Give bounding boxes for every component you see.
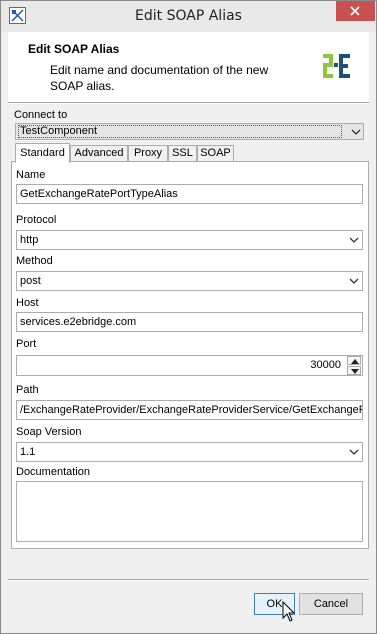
soap-version-value: 1.1 <box>20 446 36 458</box>
method-value: post <box>20 275 41 287</box>
method-select[interactable]: post <box>16 271 363 291</box>
tab-proxy[interactable]: Proxy <box>128 145 168 162</box>
tab-standard[interactable]: Standard <box>15 143 70 163</box>
host-field[interactable]: services.e2ebridge.com <box>16 312 363 332</box>
mouse-pointer-icon <box>282 601 296 622</box>
tab-soap[interactable]: SOAP <box>197 145 234 162</box>
connect-to-value: TestComponent <box>18 125 342 138</box>
port-decrement-button[interactable] <box>347 366 361 375</box>
header-title: Edit SOAP Alias <box>28 42 120 56</box>
title-bar[interactable]: Edit SOAP Alias <box>1 1 376 32</box>
method-label: Method <box>16 255 53 267</box>
e2e-logo-icon <box>323 54 350 78</box>
chevron-down-icon <box>349 237 359 243</box>
window-title: Edit SOAP Alias <box>135 8 242 24</box>
path-field[interactable]: /ExchangeRateProvider/ExchangeRateProvid… <box>16 400 363 420</box>
port-value: 30000 <box>310 359 341 371</box>
chevron-down-icon <box>349 449 359 455</box>
soap-version-select[interactable]: 1.1 <box>16 442 363 462</box>
host-label: Host <box>16 297 39 309</box>
protocol-value: http <box>20 234 39 246</box>
close-button[interactable] <box>336 1 375 21</box>
header-separator <box>8 102 369 104</box>
chevron-down-icon <box>349 278 359 284</box>
soap-version-label: Soap Version <box>16 426 82 438</box>
header-description: Edit name and documentation of the new S… <box>50 63 269 93</box>
arrow-down-icon <box>351 369 359 374</box>
close-icon <box>350 6 360 16</box>
name-field[interactable]: GetExchangeRatePortTypeAlias <box>16 184 363 204</box>
footer-separator <box>8 579 369 581</box>
tab-advanced[interactable]: Advanced <box>70 145 128 162</box>
port-stepper[interactable]: 30000 <box>16 355 363 376</box>
name-label: Name <box>16 169 46 181</box>
arrow-up-icon <box>351 359 359 364</box>
chevron-down-icon <box>351 129 361 135</box>
edit-soap-alias-dialog: Edit SOAP Alias Edit SOAP Alias Edit nam… <box>0 0 377 634</box>
tab-ssl[interactable]: SSL <box>168 145 197 162</box>
cancel-button[interactable]: Cancel <box>299 593 363 615</box>
protocol-label: Protocol <box>16 214 57 226</box>
documentation-label: Documentation <box>16 466 90 478</box>
connect-to-select[interactable]: TestComponent <box>15 123 364 140</box>
path-label: Path <box>16 384 39 396</box>
documentation-textarea[interactable] <box>16 481 363 542</box>
connect-to-label: Connect to <box>14 109 68 121</box>
port-increment-button[interactable] <box>347 356 361 365</box>
port-label: Port <box>16 338 37 350</box>
dialog-header: Edit SOAP Alias Edit name and documentat… <box>8 32 369 102</box>
protocol-select[interactable]: http <box>16 230 363 250</box>
